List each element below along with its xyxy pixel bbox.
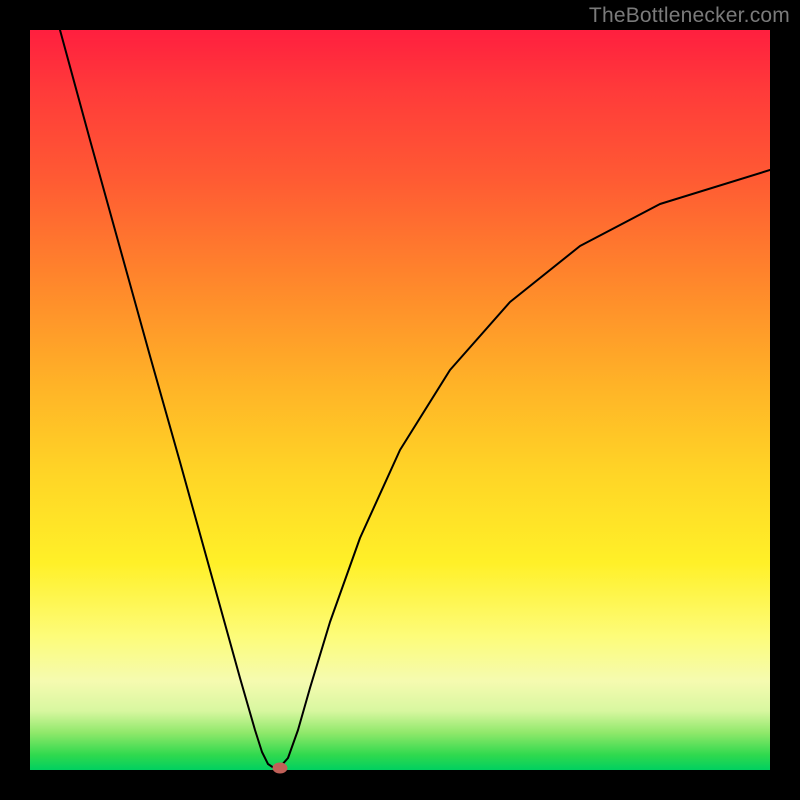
watermark-text: TheBottlenecker.com — [589, 4, 790, 28]
min-marker — [273, 763, 288, 774]
chart-frame: TheBottlenecker.com — [0, 0, 800, 800]
plot-gradient-background — [30, 30, 770, 770]
